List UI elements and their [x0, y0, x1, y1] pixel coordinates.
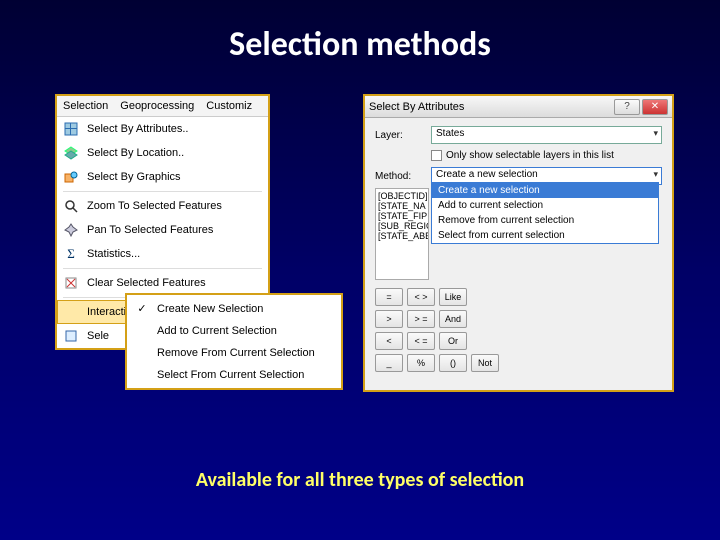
submenu-select-from-current[interactable]: Select From Current Selection [127, 364, 341, 386]
method-option[interactable]: Create a new selection [432, 183, 658, 198]
op-notequal-button[interactable]: < > [407, 288, 435, 306]
list-item[interactable]: [STATE_ABBR] [378, 231, 426, 241]
help-button[interactable]: ? [614, 99, 640, 115]
op-equals-button[interactable]: = [375, 288, 403, 306]
list-item[interactable]: [STATE_NA [378, 201, 426, 211]
menubar-item-selection[interactable]: Selection [63, 100, 108, 112]
method-dropdown-open: Create a new selection Add to current se… [431, 182, 659, 244]
menubar: Selection Geoprocessing Customiz [57, 96, 268, 117]
method-option[interactable]: Remove from current selection [432, 213, 658, 228]
layer-label: Layer: [375, 130, 423, 141]
close-button[interactable]: ✕ [642, 99, 668, 115]
operator-row-4: _ % () Not [375, 354, 499, 372]
method-option[interactable]: Add to current selection [432, 198, 658, 213]
table-sql-icon [63, 121, 79, 137]
checkbox-label: Only show selectable layers in this list [446, 150, 614, 161]
op-lt-button[interactable]: < [375, 332, 403, 350]
layers-icon [63, 145, 79, 161]
list-item[interactable]: [SUB_REGION] [378, 221, 426, 231]
op-and-button[interactable]: And [439, 310, 467, 328]
fields-listbox[interactable]: [OBJECTID] [STATE_NA [STATE_FIP [SUB_REG… [375, 188, 429, 280]
blank-icon [63, 304, 79, 320]
op-percent-button[interactable]: % [407, 354, 435, 372]
op-gt-button[interactable]: > [375, 310, 403, 328]
clear-icon [63, 275, 79, 291]
menu-statistics[interactable]: Σ Statistics... [57, 242, 268, 266]
menu-separator [63, 268, 262, 269]
menu-separator [63, 191, 262, 192]
slide-caption: Available for all three types of selecti… [0, 468, 720, 492]
op-gte-button[interactable]: > = [407, 310, 435, 328]
menu-clear-selected[interactable]: Clear Selected Features [57, 271, 268, 295]
op-not-button[interactable]: Not [471, 354, 499, 372]
submenu-create-new[interactable]: ✓ Create New Selection [127, 297, 341, 320]
sigma-icon: Σ [63, 246, 79, 262]
check-icon: ✓ [135, 302, 149, 315]
op-or-button[interactable]: Or [439, 332, 467, 350]
pan-hand-icon [63, 222, 79, 238]
submenu-item-label: Add to Current Selection [157, 325, 277, 337]
submenu-add-to-current[interactable]: Add to Current Selection [127, 320, 341, 342]
shapes-icon [63, 169, 79, 185]
list-item[interactable]: [STATE_FIP [378, 211, 426, 221]
list-item[interactable]: [OBJECTID] [378, 191, 426, 201]
menu-item-label: Clear Selected Features [87, 277, 206, 289]
menu-item-label: Sele [87, 330, 109, 342]
dialog-title: Select By Attributes [369, 101, 612, 113]
menu-zoom-to-selected[interactable]: Zoom To Selected Features [57, 194, 268, 218]
layer-combo[interactable]: States [431, 126, 662, 144]
menu-item-label: Statistics... [87, 248, 140, 260]
op-underscore-button[interactable]: _ [375, 354, 403, 372]
menu-item-label: Select By Graphics [87, 171, 181, 183]
submenu-item-label: Select From Current Selection [157, 369, 304, 381]
op-like-button[interactable]: Like [439, 288, 467, 306]
menu-select-by-attributes[interactable]: Select By Attributes.. [57, 117, 268, 141]
submenu-item-label: Create New Selection [157, 303, 263, 315]
op-parens-button[interactable]: () [439, 354, 467, 372]
menu-item-label: Select By Attributes.. [87, 123, 189, 135]
op-lte-button[interactable]: < = [407, 332, 435, 350]
menu-select-by-graphics[interactable]: Select By Graphics [57, 165, 268, 189]
method-option[interactable]: Select from current selection [432, 228, 658, 243]
menu-pan-to-selected[interactable]: Pan To Selected Features [57, 218, 268, 242]
magnifier-icon [63, 198, 79, 214]
menu-item-label: Select By Location.. [87, 147, 184, 159]
operator-grid: = < > Like > > = And < < = Or [375, 288, 467, 350]
menubar-item-geoprocessing[interactable]: Geoprocessing [120, 100, 194, 112]
options-icon [63, 328, 79, 344]
select-by-attributes-dialog: Select By Attributes ? ✕ Layer: States O… [363, 94, 674, 392]
submenu-remove-from-current[interactable]: Remove From Current Selection [127, 342, 341, 364]
interactive-selection-submenu: ✓ Create New Selection Add to Current Se… [125, 293, 343, 390]
menu-item-label: Pan To Selected Features [87, 224, 213, 236]
only-selectable-checkbox[interactable]: Only show selectable layers in this list [431, 150, 614, 161]
method-label: Method: [375, 171, 423, 182]
menu-item-label: Zoom To Selected Features [87, 200, 222, 212]
submenu-item-label: Remove From Current Selection [157, 347, 315, 359]
menubar-item-customize[interactable]: Customiz [206, 100, 252, 112]
dialog-titlebar: Select By Attributes ? ✕ [365, 96, 672, 118]
menu-select-by-location[interactable]: Select By Location.. [57, 141, 268, 165]
checkbox-icon [431, 150, 442, 161]
slide-title: Selection methods [0, 0, 720, 65]
